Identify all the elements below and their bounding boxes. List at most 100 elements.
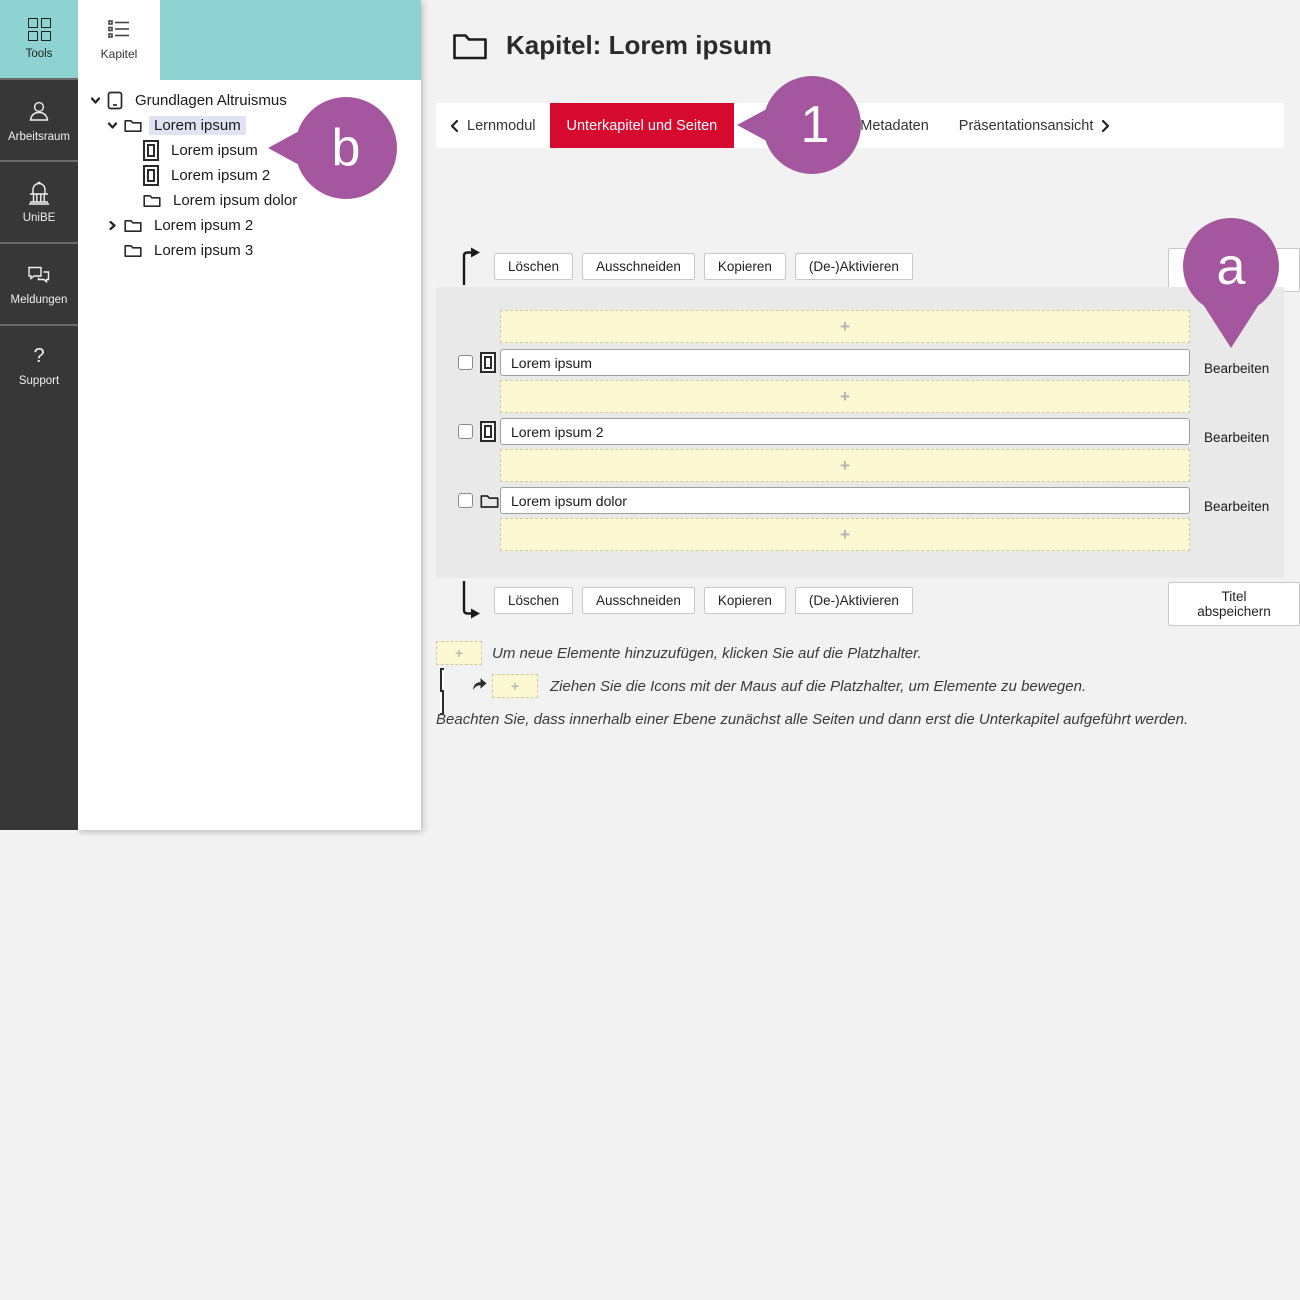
insert-placeholder[interactable]: +: [500, 449, 1190, 482]
row-checkbox[interactable]: [458, 493, 473, 508]
chapter-structure-editor: + Bearbeiten + Bearbeiten + Bearbeiten +: [436, 287, 1284, 578]
rail-item-label: Tools: [26, 48, 53, 60]
placeholder-example-chip: +: [492, 674, 538, 698]
tree-item-lorem-ipsum-2-page[interactable]: Lorem ipsum 2: [78, 163, 421, 188]
folder-icon: [452, 31, 488, 61]
tree-item-label: Lorem ipsum: [149, 116, 246, 135]
help-line-1: Um neue Elemente hinzuzufügen, klicken S…: [492, 645, 922, 662]
rail-item-label: Meldungen: [11, 294, 68, 306]
rail-item-label: Arbeitsraum: [8, 131, 70, 143]
plus-icon: +: [840, 525, 850, 545]
tree-item-label: Lorem ipsum dolor: [168, 191, 302, 210]
edit-link[interactable]: Bearbeiten: [1204, 499, 1269, 514]
save-titles-button-top[interactable]: Titel abspeichern: [1168, 248, 1300, 292]
row-checkbox[interactable]: [458, 355, 473, 370]
cut-button[interactable]: Ausschneiden: [582, 587, 695, 614]
title-input[interactable]: [500, 349, 1190, 376]
tree-item-lorem-ipsum[interactable]: Lorem ipsum: [78, 113, 421, 138]
placeholder-example-chip: +: [436, 641, 482, 665]
chevron-right-icon: [1101, 119, 1110, 133]
toolbar-top: Löschen Ausschneiden Kopieren (De-)Aktiv…: [436, 246, 1284, 286]
learning-module-icon: [107, 91, 123, 110]
tab-label: Metadaten: [860, 118, 929, 134]
apply-up-arrow-icon: [460, 246, 482, 286]
plus-icon: +: [455, 645, 463, 661]
page-title: Kapitel: Lorem ipsum: [506, 30, 772, 61]
page-icon: [143, 165, 159, 186]
rail-item-label: Support: [19, 375, 59, 387]
folder-icon: [124, 218, 142, 233]
tab-metadaten[interactable]: Metadaten: [846, 103, 943, 148]
tab-label: Lernmodul: [467, 118, 536, 134]
page-icon: [143, 140, 159, 161]
tree-panel: Kapitel Grundlagen Altruismus Lorem ipsu…: [78, 0, 421, 830]
tree-item-lorem-ipsum-dolor[interactable]: Lorem ipsum dolor: [78, 188, 421, 213]
rail-item-meldungen[interactable]: Meldungen: [0, 242, 78, 324]
rail-item-unibe[interactable]: UniBE: [0, 160, 78, 242]
copy-button[interactable]: Kopieren: [704, 587, 786, 614]
page-title-block: Kapitel: Lorem ipsum: [452, 30, 772, 61]
chapter-tree: Grundlagen Altruismus Lorem ipsum Lorem …: [78, 88, 421, 263]
edit-link[interactable]: Bearbeiten: [1204, 430, 1269, 445]
folder-icon[interactable]: [480, 493, 499, 514]
tab-praesentationsansicht[interactable]: Präsentationsansicht: [945, 103, 1125, 148]
question-icon: ?: [33, 345, 44, 368]
tab-kapitel[interactable]: Kapitel: [78, 0, 160, 80]
de-activate-button[interactable]: (De-)Aktivieren: [795, 587, 913, 614]
rail-item-support[interactable]: ? Support: [0, 324, 78, 406]
edit-link[interactable]: Bearbeiten: [1204, 361, 1269, 376]
tab-unterkapitel-und-seiten[interactable]: Unterkapitel und Seiten: [550, 103, 735, 148]
row-checkbox[interactable]: [458, 424, 473, 439]
university-icon: [25, 181, 53, 205]
tool-rail: Tools Arbeitsraum UniBE Meldungen ? Supp…: [0, 0, 78, 830]
tree-item-label: Lorem ipsum 2: [149, 216, 258, 235]
rail-item-label: UniBE: [23, 212, 56, 224]
list-icon: [107, 19, 131, 39]
tree-item-label: Grundlagen Altruismus: [130, 91, 292, 110]
rail-item-arbeitsraum[interactable]: Arbeitsraum: [0, 78, 78, 160]
tree-item-label: Lorem ipsum 2: [166, 166, 275, 185]
folder-icon: [143, 193, 161, 208]
chevron-down-icon[interactable]: [105, 120, 119, 131]
grid-icon: [28, 18, 51, 41]
tree-item-label: Lorem ipsum 3: [149, 241, 258, 260]
de-activate-button[interactable]: (De-)Aktivieren: [795, 253, 913, 280]
chevron-down-icon[interactable]: [88, 95, 102, 106]
tab-kapitel-label: Kapitel: [101, 47, 138, 61]
plus-icon: +: [840, 387, 850, 407]
folder-icon: [124, 118, 142, 133]
tree-item-grundlagen-altruismus[interactable]: Grundlagen Altruismus: [78, 88, 421, 113]
insert-placeholder[interactable]: +: [500, 310, 1190, 343]
move-arrow-icon: [471, 676, 488, 692]
tree-panel-header: Kapitel: [78, 0, 421, 80]
delete-button[interactable]: Löschen: [494, 587, 573, 614]
save-titles-button-bottom[interactable]: Titel abspeichern: [1168, 582, 1300, 626]
chevron-right-icon[interactable]: [105, 220, 119, 231]
tab-label: Präsentationsansicht: [959, 118, 1094, 134]
page-icon[interactable]: [480, 421, 496, 442]
title-input[interactable]: [500, 487, 1190, 514]
page-icon: [440, 672, 444, 712]
insert-placeholder[interactable]: +: [500, 380, 1190, 413]
plus-icon: +: [840, 456, 850, 476]
panel-header-fill: [160, 0, 421, 80]
plus-icon: +: [511, 678, 519, 694]
chat-icon: [25, 263, 53, 287]
tab-label: Unterkapitel und Seiten: [567, 118, 718, 134]
toolbar-bottom: Löschen Ausschneiden Kopieren (De-)Aktiv…: [436, 580, 1284, 620]
delete-button[interactable]: Löschen: [494, 253, 573, 280]
chevron-left-icon: [450, 119, 459, 133]
page-icon[interactable]: [480, 352, 496, 373]
plus-icon: +: [840, 317, 850, 337]
tree-item-lorem-ipsum-3[interactable]: Lorem ipsum 3: [78, 238, 421, 263]
help-line-2: Ziehen Sie die Icons mit der Maus auf di…: [550, 678, 1086, 695]
folder-icon: [124, 243, 142, 258]
rail-item-tools[interactable]: Tools: [0, 0, 78, 78]
insert-placeholder[interactable]: +: [500, 518, 1190, 551]
copy-button[interactable]: Kopieren: [704, 253, 786, 280]
tree-item-lorem-ipsum-2[interactable]: Lorem ipsum 2: [78, 213, 421, 238]
tree-item-lorem-ipsum-page[interactable]: Lorem ipsum: [78, 138, 421, 163]
tab-lernmodul-back[interactable]: Lernmodul: [436, 103, 550, 148]
cut-button[interactable]: Ausschneiden: [582, 253, 695, 280]
title-input[interactable]: [500, 418, 1190, 445]
